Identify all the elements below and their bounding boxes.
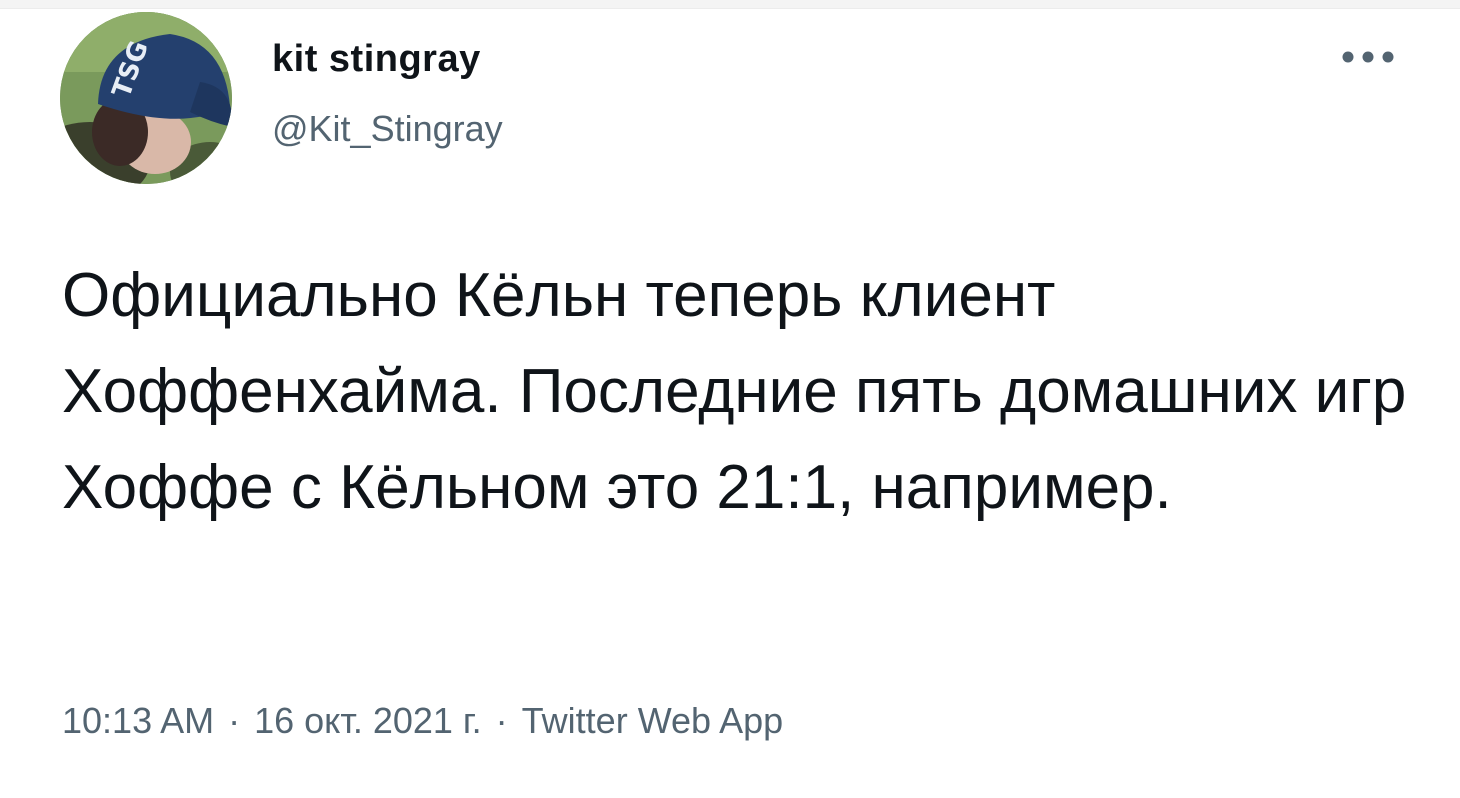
profile-photo-icon: TSG: [60, 12, 232, 184]
tweet-card: TSG kit stingray @Kit_Stingray Официальн…: [0, 0, 1460, 798]
more-options-button[interactable]: [1336, 40, 1400, 74]
author-handle[interactable]: @Kit_Stingray: [272, 108, 503, 150]
meta-separator: ·: [495, 700, 508, 741]
tweet-metadata: 10:13 AM · 16 окт. 2021 г. · Twitter Web…: [62, 700, 783, 742]
tweet-text: Официально Кёльн теперь клиент Хоффенхай…: [62, 261, 1407, 522]
tweet-date[interactable]: 16 окт. 2021 г.: [254, 700, 482, 742]
author-name[interactable]: kit stingray: [272, 38, 481, 81]
more-options-icon: [1342, 51, 1394, 63]
tweet-source[interactable]: Twitter Web App: [522, 700, 783, 742]
tweet-time[interactable]: 10:13 AM: [62, 700, 214, 742]
meta-separator: ·: [228, 700, 241, 741]
avatar[interactable]: TSG: [60, 12, 232, 184]
